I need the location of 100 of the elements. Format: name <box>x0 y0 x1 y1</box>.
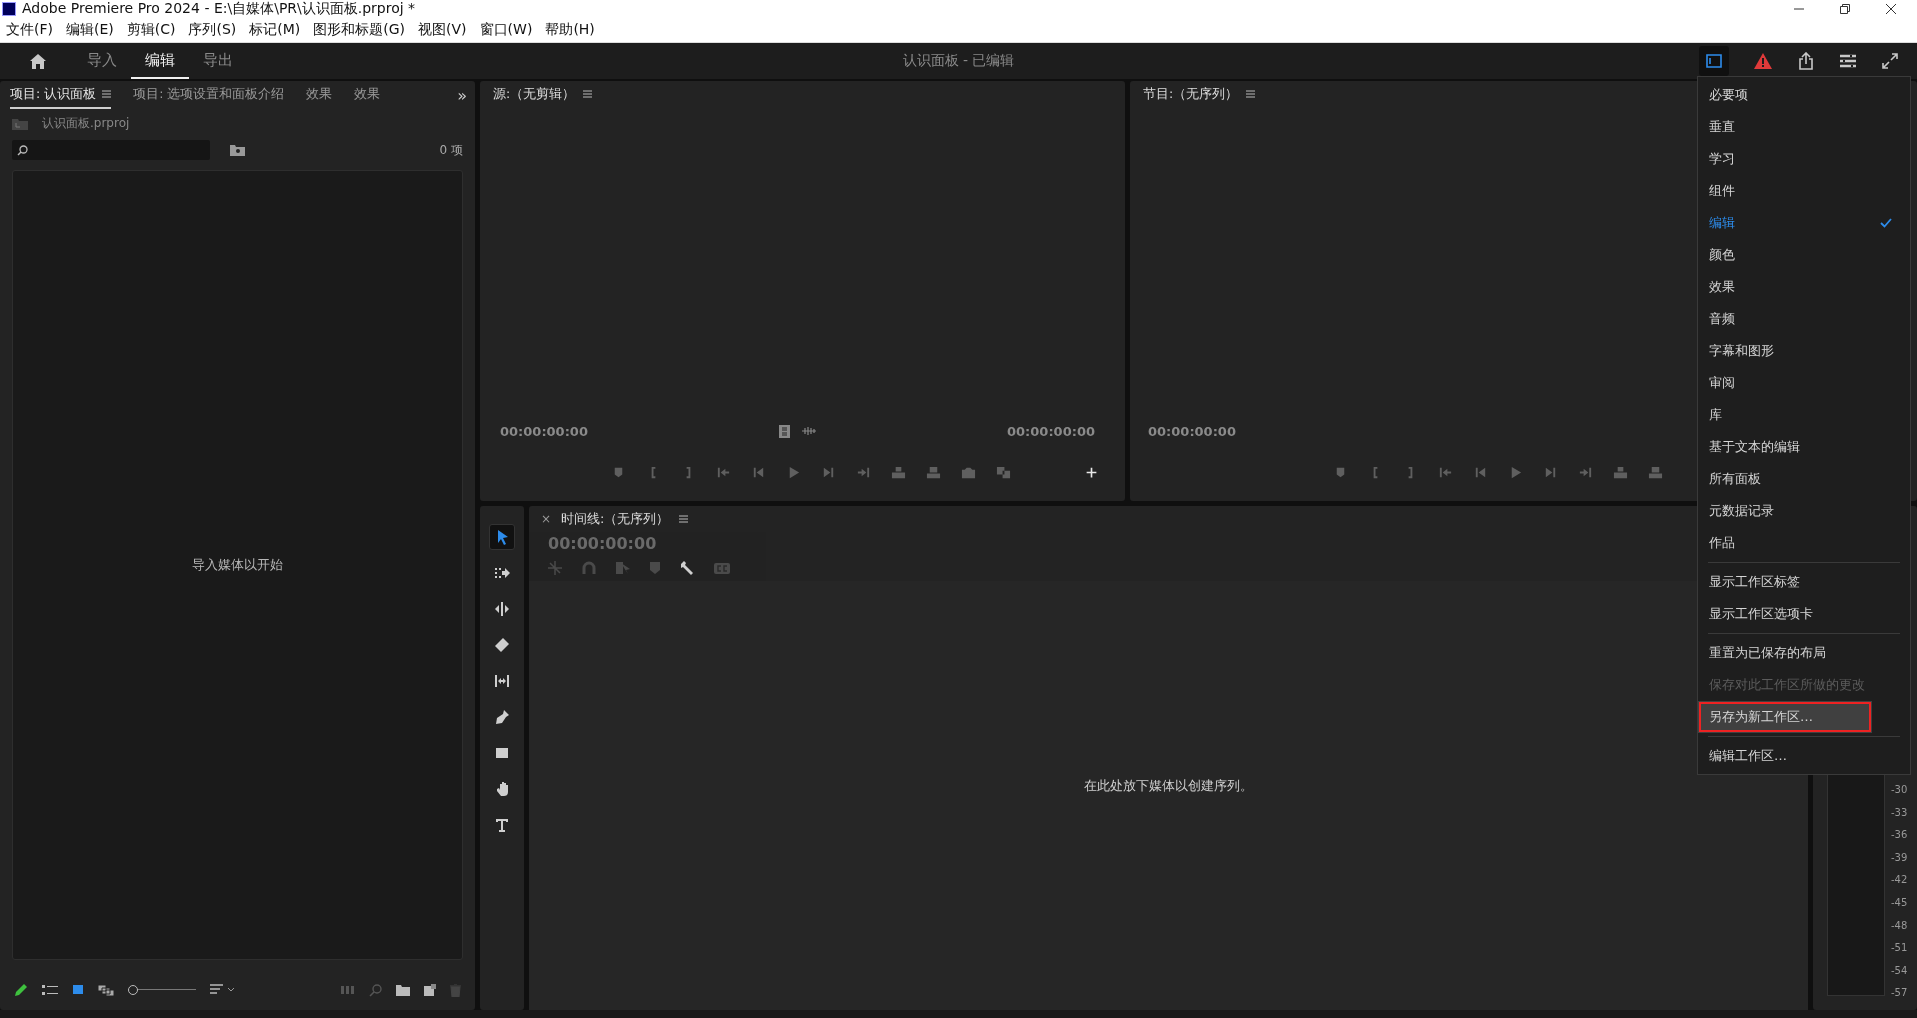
panel-menu-icon[interactable] <box>679 515 689 523</box>
insert-icon[interactable] <box>891 464 906 480</box>
ripple-tool-icon[interactable] <box>494 601 510 617</box>
menu-item[interactable]: 重置为已保存的布局 <box>1698 637 1910 669</box>
menu-item[interactable]: 垂直 <box>1698 111 1910 143</box>
folder-icon[interactable] <box>396 984 410 996</box>
close-button[interactable]: × <box>541 512 552 526</box>
film-icon[interactable] <box>779 424 790 438</box>
menu-item[interactable]: 组件 <box>1698 175 1910 207</box>
insert-icon[interactable] <box>1613 464 1628 480</box>
hand-tool-icon[interactable] <box>494 781 510 797</box>
menu-item[interactable]: 显示工作区标签 <box>1698 566 1910 598</box>
timecode[interactable]: 00:00:00:00 <box>500 423 588 439</box>
menu-item[interactable]: 效果 <box>1698 271 1910 303</box>
track-select-tool-icon[interactable] <box>494 565 510 581</box>
share-icon[interactable] <box>1797 52 1815 70</box>
new-item-icon[interactable] <box>424 984 436 996</box>
panel-title: 节目:（无序列） <box>1143 85 1239 103</box>
sliders-icon[interactable] <box>1839 53 1857 69</box>
home-icon[interactable] <box>29 52 47 70</box>
panel-menu-icon[interactable] <box>102 90 112 98</box>
plus-icon[interactable] <box>1085 465 1098 479</box>
overflow-button[interactable]: » <box>457 85 475 105</box>
panel-tab[interactable]: 效果 <box>306 81 333 109</box>
wrench-icon[interactable] <box>680 561 694 575</box>
menu-item[interactable]: 文件(F) <box>6 21 53 39</box>
menu-item[interactable]: 显示工作区选项卡 <box>1698 598 1910 630</box>
slip-tool-icon[interactable] <box>494 673 510 689</box>
menu-item[interactable]: 序列(S) <box>188 21 237 39</box>
menu-item[interactable]: 编辑(E) <box>66 21 114 39</box>
type-tool-icon[interactable] <box>494 817 510 833</box>
panel-title: 源:（无剪辑） <box>493 85 576 103</box>
search-field[interactable] <box>12 140 210 160</box>
menu-item[interactable]: 图形和标题(G) <box>313 21 406 39</box>
menu-item[interactable]: 帮助(H) <box>545 21 595 39</box>
meter-tick-label: -48 <box>1890 918 1908 933</box>
panel-menu-icon[interactable] <box>583 90 593 98</box>
timecode[interactable]: 00:00:00:00 <box>1148 423 1236 439</box>
menu-item[interactable]: 窗口(W) <box>479 21 533 39</box>
razor-tool-icon[interactable] <box>494 637 510 653</box>
menu-item[interactable]: 编辑工作区… <box>1698 740 1910 772</box>
fullscreen-icon[interactable] <box>1881 52 1899 70</box>
compare-icon[interactable] <box>996 464 1011 480</box>
meter-tick-label: -45 <box>1890 896 1908 911</box>
menu-item[interactable]: 审阅 <box>1698 367 1910 399</box>
workspace-tab[interactable]: 导入 <box>73 43 131 79</box>
warning-icon[interactable] <box>1753 52 1773 70</box>
list-view-icon[interactable] <box>42 984 58 996</box>
menu-item[interactable]: 必要项 <box>1698 79 1910 111</box>
project-file-name: 认识面板.prproj <box>42 115 130 132</box>
restore-icon[interactable] <box>1839 3 1851 15</box>
tool-button[interactable] <box>489 524 515 550</box>
sort-icon[interactable] <box>210 984 234 996</box>
overwrite-icon[interactable] <box>926 464 941 480</box>
menu-item[interactable]: 元数据记录 <box>1698 495 1910 527</box>
drop-message: 在此处放下媒体以创建序列。 <box>1084 776 1253 795</box>
menu-item[interactable]: 基于文本的编辑 <box>1698 431 1910 463</box>
menu-item[interactable]: 剪辑(C) <box>126 21 176 39</box>
freeform-view-icon[interactable] <box>98 984 114 996</box>
overwrite-icon[interactable] <box>1648 464 1663 480</box>
menu-item[interactable]: 编辑 <box>1698 207 1910 239</box>
menu-item[interactable]: 音频 <box>1698 303 1910 335</box>
zoom-slider[interactable] <box>128 985 196 995</box>
workspace-icon[interactable] <box>1705 53 1723 69</box>
menu-item[interactable]: 作品 <box>1698 527 1910 559</box>
checkmark-icon <box>1880 218 1892 228</box>
meter-tick-label: -39 <box>1890 850 1908 865</box>
menu-item[interactable]: 学习 <box>1698 143 1910 175</box>
menu-item[interactable]: 所有面板 <box>1698 463 1910 495</box>
pen-tool-icon[interactable] <box>494 709 510 725</box>
panel-tab[interactable]: 项目: 认识面板 <box>10 81 112 109</box>
workspace-tab[interactable]: 编辑 <box>131 43 189 79</box>
menu-item[interactable]: 视图(V) <box>418 21 467 39</box>
menu-item[interactable]: 库 <box>1698 399 1910 431</box>
panel-menu-icon[interactable] <box>1246 90 1256 98</box>
search-icon[interactable] <box>369 983 382 997</box>
panel-tab[interactable]: 效果 <box>354 81 381 109</box>
empty-message: 导入媒体以开始 <box>192 556 283 574</box>
waveform-icon[interactable] <box>802 426 816 436</box>
panel-title: 时间线:（无序列） <box>561 510 670 528</box>
menu-item[interactable]: 另存为新工作区… <box>1698 701 1872 733</box>
workspaces-button[interactable] <box>1699 46 1729 76</box>
marker-icon[interactable] <box>650 562 660 574</box>
new-bin-icon[interactable] <box>230 144 245 156</box>
menu-item[interactable]: 字幕和图形 <box>1698 335 1910 367</box>
panel-tab[interactable]: 项目: 选项设置和面板介绍 <box>133 81 285 109</box>
icon-view-icon[interactable] <box>72 984 84 996</box>
project-title: 认识面板 - 已编辑 <box>902 52 1015 70</box>
meter-tick-label: -36 <box>1890 828 1908 843</box>
app-logo-icon <box>2 2 16 16</box>
meter-tick-label: -42 <box>1890 873 1908 888</box>
rectangle-tool-icon[interactable] <box>494 745 510 761</box>
close-icon[interactable] <box>1885 3 1897 15</box>
pencil-icon[interactable] <box>14 983 28 997</box>
timecode[interactable]: 00:00:00:00 <box>1007 423 1095 439</box>
meter-tick-label: -57 <box>1890 986 1908 1001</box>
menu-item[interactable]: 标记(M) <box>249 21 301 39</box>
menu-item[interactable]: 颜色 <box>1698 239 1910 271</box>
workspace-tab[interactable]: 导出 <box>189 43 247 79</box>
folder-up-icon[interactable] <box>12 117 28 130</box>
